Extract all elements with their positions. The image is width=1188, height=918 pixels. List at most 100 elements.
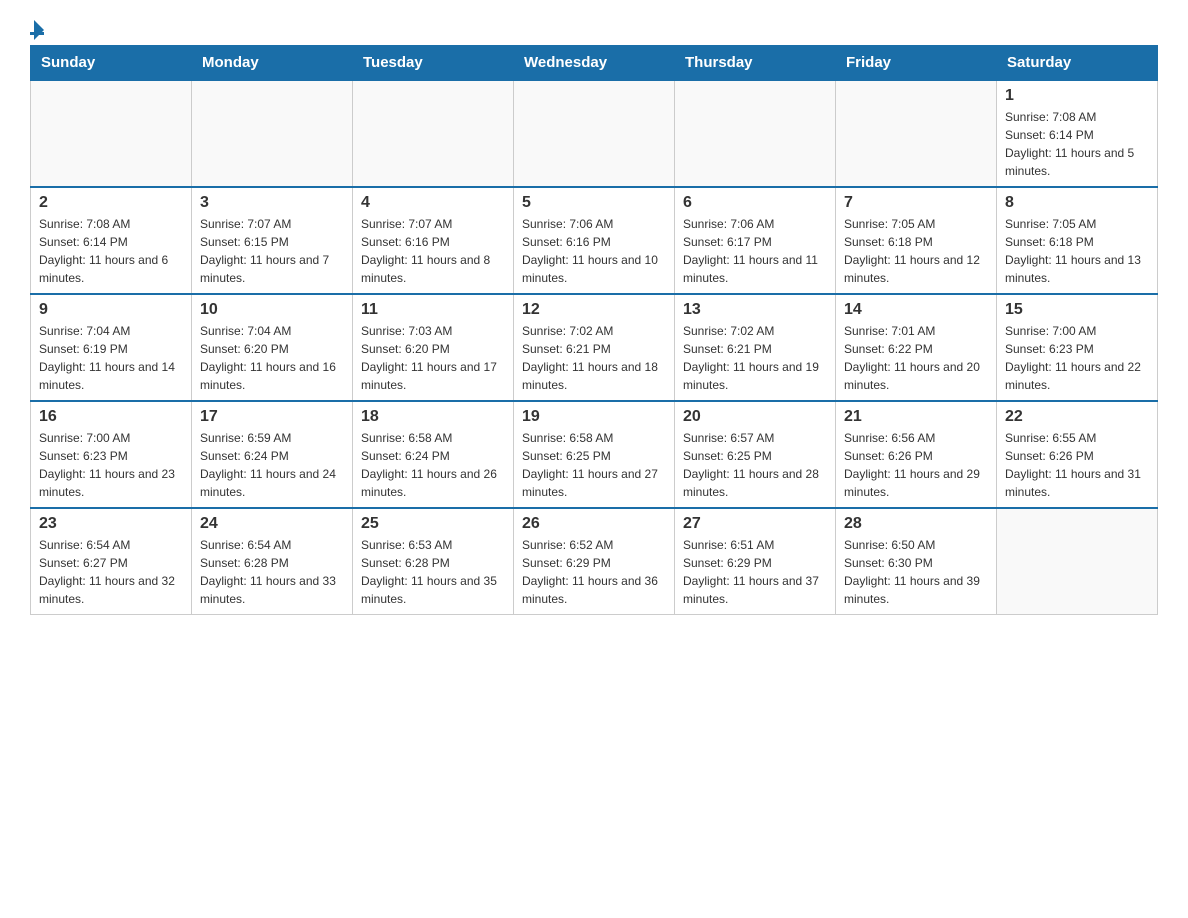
calendar-cell: 13 Sunrise: 7:02 AMSunset: 6:21 PMDayligh… (675, 294, 836, 401)
day-number: 23 (39, 515, 183, 533)
day-info: Sunrise: 7:08 AMSunset: 6:14 PMDaylight:… (1005, 108, 1149, 180)
day-info: Sunrise: 7:06 AMSunset: 6:16 PMDaylight:… (522, 215, 666, 287)
calendar-cell: 28Sunrise: 6:50 AMSunset: 6:30 PMDayligh… (836, 508, 997, 615)
day-info: Sunrise: 7:01 AMSunset: 6:22 PMDaylight:… (844, 322, 988, 394)
day-info: Sunrise: 6:58 AMSunset: 6:24 PMDaylight:… (361, 429, 505, 501)
calendar-cell: 25Sunrise: 6:53 AMSunset: 6:28 PMDayligh… (353, 508, 514, 615)
day-number: 21 (844, 408, 988, 426)
page-header (30, 20, 1158, 35)
calendar-cell (31, 80, 192, 187)
calendar-cell (192, 80, 353, 187)
day-info: Sunrise: 6:52 AMSunset: 6:29 PMDaylight:… (522, 536, 666, 608)
calendar-cell (675, 80, 836, 187)
calendar-cell: 1 Sunrise: 7:08 AMSunset: 6:14 PMDaylight… (997, 80, 1158, 187)
calendar-cell: 2 Sunrise: 7:08 AMSunset: 6:14 PMDaylight… (31, 187, 192, 294)
day-info: Sunrise: 6:51 AMSunset: 6:29 PMDaylight:… (683, 536, 827, 608)
day-number: 18 (361, 408, 505, 426)
day-number: 15 (1005, 301, 1149, 319)
day-number: 13 (683, 301, 827, 319)
weekday-header-friday: Friday (836, 46, 997, 81)
day-info: Sunrise: 6:55 AMSunset: 6:26 PMDaylight:… (1005, 429, 1149, 501)
calendar-cell: 26 Sunrise: 6:52 AMSunset: 6:29 PMDayligh… (514, 508, 675, 615)
calendar-cell: 8 Sunrise: 7:05 AMSunset: 6:18 PMDaylight… (997, 187, 1158, 294)
day-info: Sunrise: 6:54 AMSunset: 6:28 PMDaylight:… (200, 536, 344, 608)
weekday-header-sunday: Sunday (31, 46, 192, 81)
day-number: 4 (361, 194, 505, 212)
calendar-cell: 22 Sunrise: 6:55 AMSunset: 6:26 PMDayligh… (997, 401, 1158, 508)
calendar-cell: 6 Sunrise: 7:06 AMSunset: 6:17 PMDaylight… (675, 187, 836, 294)
day-info: Sunrise: 7:02 AMSunset: 6:21 PMDaylight:… (522, 322, 666, 394)
day-info: Sunrise: 6:58 AMSunset: 6:25 PMDaylight:… (522, 429, 666, 501)
calendar-cell: 11 Sunrise: 7:03 AMSunset: 6:20 PMDayligh… (353, 294, 514, 401)
day-number: 16 (39, 408, 183, 426)
week-row-4: 16 Sunrise: 7:00 AMSunset: 6:23 PMDayligh… (31, 401, 1158, 508)
weekday-header-thursday: Thursday (675, 46, 836, 81)
day-info: Sunrise: 7:00 AMSunset: 6:23 PMDaylight:… (39, 429, 183, 501)
day-info: Sunrise: 6:57 AMSunset: 6:25 PMDaylight:… (683, 429, 827, 501)
calendar-cell: 24 Sunrise: 6:54 AMSunset: 6:28 PMDayligh… (192, 508, 353, 615)
calendar-cell: 16 Sunrise: 7:00 AMSunset: 6:23 PMDayligh… (31, 401, 192, 508)
day-info: Sunrise: 7:04 AMSunset: 6:20 PMDaylight:… (200, 322, 344, 394)
day-number: 10 (200, 301, 344, 319)
day-info: Sunrise: 7:08 AMSunset: 6:14 PMDaylight:… (39, 215, 183, 287)
calendar-cell: 3Sunrise: 7:07 AMSunset: 6:15 PMDaylight… (192, 187, 353, 294)
calendar-cell: 23 Sunrise: 6:54 AMSunset: 6:27 PMDayligh… (31, 508, 192, 615)
day-info: Sunrise: 7:07 AMSunset: 6:16 PMDaylight:… (361, 215, 505, 287)
day-info: Sunrise: 7:06 AMSunset: 6:17 PMDaylight:… (683, 215, 827, 287)
calendar-cell: 14 Sunrise: 7:01 AMSunset: 6:22 PMDayligh… (836, 294, 997, 401)
day-info: Sunrise: 7:05 AMSunset: 6:18 PMDaylight:… (1005, 215, 1149, 287)
day-info: Sunrise: 6:54 AMSunset: 6:27 PMDaylight:… (39, 536, 183, 608)
day-number: 22 (1005, 408, 1149, 426)
logo-underline (30, 32, 44, 35)
day-number: 26 (522, 515, 666, 533)
day-number: 14 (844, 301, 988, 319)
day-info: Sunrise: 7:04 AMSunset: 6:19 PMDaylight:… (39, 322, 183, 394)
day-number: 9 (39, 301, 183, 319)
calendar-cell: 19Sunrise: 6:58 AMSunset: 6:25 PMDayligh… (514, 401, 675, 508)
weekday-header-tuesday: Tuesday (353, 46, 514, 81)
logo-arrow-icon (34, 20, 44, 40)
day-number: 7 (844, 194, 988, 212)
day-number: 17 (200, 408, 344, 426)
calendar-cell (353, 80, 514, 187)
day-number: 1 (1005, 87, 1149, 105)
week-row-3: 9 Sunrise: 7:04 AMSunset: 6:19 PMDaylight… (31, 294, 1158, 401)
logo (30, 20, 44, 35)
week-row-2: 2 Sunrise: 7:08 AMSunset: 6:14 PMDaylight… (31, 187, 1158, 294)
calendar-table: SundayMondayTuesdayWednesdayThursdayFrid… (30, 45, 1158, 615)
day-number: 5 (522, 194, 666, 212)
weekday-header-saturday: Saturday (997, 46, 1158, 81)
calendar-cell: 10 Sunrise: 7:04 AMSunset: 6:20 PMDayligh… (192, 294, 353, 401)
calendar-cell: 4 Sunrise: 7:07 AMSunset: 6:16 PMDaylight… (353, 187, 514, 294)
calendar-cell: 7 Sunrise: 7:05 AMSunset: 6:18 PMDaylight… (836, 187, 997, 294)
day-number: 6 (683, 194, 827, 212)
day-info: Sunrise: 6:59 AMSunset: 6:24 PMDaylight:… (200, 429, 344, 501)
weekday-header-wednesday: Wednesday (514, 46, 675, 81)
day-number: 11 (361, 301, 505, 319)
calendar-cell (836, 80, 997, 187)
calendar-cell (997, 508, 1158, 615)
calendar-cell: 15Sunrise: 7:00 AMSunset: 6:23 PMDayligh… (997, 294, 1158, 401)
week-row-5: 23 Sunrise: 6:54 AMSunset: 6:27 PMDayligh… (31, 508, 1158, 615)
calendar-cell: 21 Sunrise: 6:56 AMSunset: 6:26 PMDayligh… (836, 401, 997, 508)
calendar-cell: 18 Sunrise: 6:58 AMSunset: 6:24 PMDayligh… (353, 401, 514, 508)
day-number: 3 (200, 194, 344, 212)
calendar-cell (514, 80, 675, 187)
day-number: 2 (39, 194, 183, 212)
day-number: 8 (1005, 194, 1149, 212)
day-info: Sunrise: 6:56 AMSunset: 6:26 PMDaylight:… (844, 429, 988, 501)
day-number: 24 (200, 515, 344, 533)
day-info: Sunrise: 7:02 AMSunset: 6:21 PMDaylight:… (683, 322, 827, 394)
day-info: Sunrise: 7:05 AMSunset: 6:18 PMDaylight:… (844, 215, 988, 287)
calendar-cell: 27 Sunrise: 6:51 AMSunset: 6:29 PMDayligh… (675, 508, 836, 615)
week-row-1: 1 Sunrise: 7:08 AMSunset: 6:14 PMDaylight… (31, 80, 1158, 187)
day-number: 25 (361, 515, 505, 533)
weekday-header-row: SundayMondayTuesdayWednesdayThursdayFrid… (31, 46, 1158, 81)
day-number: 27 (683, 515, 827, 533)
day-number: 20 (683, 408, 827, 426)
calendar-cell: 17 Sunrise: 6:59 AMSunset: 6:24 PMDayligh… (192, 401, 353, 508)
day-info: Sunrise: 7:03 AMSunset: 6:20 PMDaylight:… (361, 322, 505, 394)
day-number: 12 (522, 301, 666, 319)
calendar-cell: 12 Sunrise: 7:02 AMSunset: 6:21 PMDayligh… (514, 294, 675, 401)
day-info: Sunrise: 6:50 AMSunset: 6:30 PMDaylight:… (844, 536, 988, 608)
